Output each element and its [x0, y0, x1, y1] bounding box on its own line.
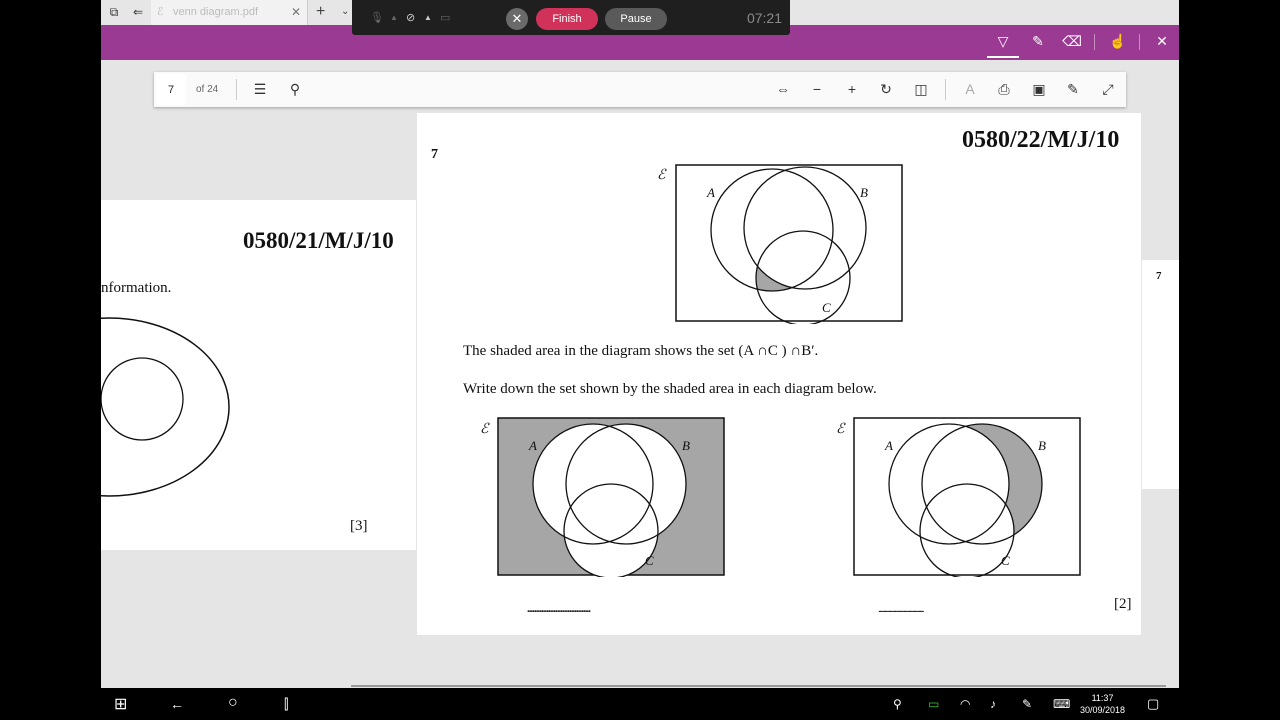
- mic-dropdown-icon[interactable]: ▲: [390, 13, 398, 22]
- highlighter-pen-icon[interactable]: ▽: [992, 33, 1014, 50]
- wifi-icon[interactable]: ◠: [960, 697, 970, 711]
- marks-label: [2]: [1114, 596, 1132, 612]
- start-windows-icon[interactable]: ⊞: [114, 694, 127, 714]
- pen-workspace-icon[interactable]: ✎: [1022, 697, 1032, 711]
- universal-set-symbol: ℰ: [657, 168, 666, 183]
- toolbar-divider: [1094, 34, 1095, 50]
- set-label-a: A: [707, 185, 715, 200]
- discard-recording-button[interactable]: ✕: [506, 8, 528, 30]
- save-as-icon[interactable]: ✎: [1063, 80, 1083, 98]
- save-icon[interactable]: ▣: [1029, 80, 1049, 98]
- pdf-page-current: 7 0580/22/M/J/10 ℰ A B C The shaded area…: [417, 113, 1141, 635]
- paper-code: 0580/21/M/J/10: [243, 228, 394, 253]
- touch-keyboard-icon[interactable]: ⌨: [1053, 697, 1070, 711]
- read-aloud-icon[interactable]: A: [960, 80, 980, 98]
- set-label-a: A: [529, 438, 537, 453]
- zoom-in-icon[interactable]: +: [842, 80, 862, 98]
- tab-title: venn diagram.pdf: [173, 6, 258, 18]
- screen-icon[interactable]: ▭: [440, 11, 450, 24]
- finish-button[interactable]: Finish: [536, 8, 598, 30]
- system-clock[interactable]: 11:37 30/09/2018: [1080, 692, 1125, 716]
- page-number: 7: [1156, 270, 1162, 282]
- pdf-toolbar: 7 of 24 ☰ ⚲ ⇔ − + ↻ ◫ A ⎙ ▣ ✎ ⤢: [154, 72, 1126, 107]
- action-center-icon[interactable]: ▢: [1147, 696, 1159, 712]
- battery-icon[interactable]: ▭: [928, 697, 939, 711]
- print-icon[interactable]: ⎙: [994, 80, 1014, 98]
- zoom-out-icon[interactable]: −: [807, 80, 827, 98]
- set-label-b: B: [682, 438, 690, 453]
- screen-recorder-bar: 🎙 ▲ ⊘ ▲ ▭ ✕ Finish Pause 07:21: [352, 0, 790, 35]
- horizontal-scrollbar[interactable]: [351, 685, 1166, 687]
- tab-list-chevron-icon[interactable]: ⌄: [341, 6, 349, 17]
- tab-close-button[interactable]: ✕: [291, 5, 301, 19]
- pdf-page-next: 7: [1142, 260, 1179, 489]
- set-aside-tabs-icon[interactable]: ⇐: [128, 3, 148, 21]
- translate-ink-icon[interactable]: ✎: [1027, 33, 1049, 50]
- set-label-c: C: [645, 553, 654, 568]
- answer-line-a[interactable]: ....................................: [527, 603, 591, 615]
- toolbar-divider: [236, 79, 237, 100]
- set-label-c: C: [1001, 553, 1010, 568]
- page-count: of 24: [196, 84, 219, 95]
- volume-icon[interactable]: ♪: [990, 697, 996, 711]
- toolbar-divider: [945, 79, 946, 100]
- set-label-b: B: [1038, 438, 1046, 453]
- toolbar-divider: [1139, 34, 1140, 50]
- universal-set-symbol: ℰ: [480, 422, 489, 437]
- windows-taskbar: ⊞ ← ○ ⫿ ⚲ ▭ ◠ ♪ ✎ ⌨ 11:37 30/09/2018 ▢: [0, 688, 1280, 720]
- recording-timer: 07:21: [746, 10, 782, 26]
- pdf-file-icon: ℰ: [157, 6, 164, 18]
- contents-list-icon[interactable]: ☰: [250, 80, 270, 98]
- camera-off-icon[interactable]: ⊘: [406, 11, 415, 24]
- instruction-text: Write down the set shown by the shaded a…: [463, 381, 877, 397]
- question-number: 7: [431, 147, 438, 162]
- tab-actions-icon[interactable]: ⧉: [104, 3, 124, 21]
- microphone-icon[interactable]: 🎙: [370, 11, 384, 24]
- browser-tab-venn-diagram[interactable]: ℰ venn diagram.pdf ✕: [151, 0, 308, 25]
- rotate-icon[interactable]: ↻: [876, 80, 896, 98]
- cortana-circle-icon[interactable]: ○: [228, 694, 238, 712]
- marks-label: [3]: [350, 518, 368, 534]
- touch-writing-icon[interactable]: ☝: [1107, 33, 1129, 50]
- page-view-icon[interactable]: ◫: [911, 80, 931, 98]
- universal-set-symbol: ℰ: [836, 422, 845, 437]
- pause-button[interactable]: Pause: [605, 8, 667, 30]
- new-tab-button[interactable]: +: [316, 3, 325, 21]
- clock-time: 11:37: [1091, 693, 1114, 703]
- page-number-input[interactable]: 7: [156, 74, 186, 105]
- search-icon[interactable]: ⚲: [285, 80, 305, 98]
- oval-diagram: [101, 317, 230, 497]
- paper-code: 0580/22/M/J/10: [962, 127, 1120, 153]
- pdf-viewer-area[interactable]: 0580/21/M/J/10 nformation. [3] 7 0580/22…: [101, 60, 1179, 688]
- back-arrow-icon[interactable]: ←: [170, 696, 184, 712]
- fullscreen-icon[interactable]: ⤢: [1098, 80, 1118, 98]
- camera-dropdown-icon[interactable]: ▲: [424, 13, 432, 22]
- set-label-b: B: [860, 185, 868, 200]
- task-view-icon[interactable]: ⫿: [284, 696, 288, 713]
- eraser-icon[interactable]: ⌫: [1061, 33, 1083, 50]
- set-label-c: C: [822, 300, 831, 315]
- set-label-a: A: [885, 438, 893, 453]
- close-toolbar-icon[interactable]: ✕: [1151, 33, 1173, 50]
- people-icon[interactable]: ⚲: [893, 697, 902, 711]
- fit-to-width-icon[interactable]: ⇔: [773, 80, 793, 98]
- clock-date: 30/09/2018: [1080, 705, 1126, 715]
- pdf-page-previous: 0580/21/M/J/10 nformation. [3]: [101, 200, 416, 550]
- active-tool-indicator: [987, 56, 1019, 58]
- question-text-fragment: nformation.: [101, 280, 172, 296]
- statement-text: The shaded area in the diagram shows the…: [463, 343, 819, 359]
- answer-line-b[interactable]: ....................................: [878, 603, 925, 615]
